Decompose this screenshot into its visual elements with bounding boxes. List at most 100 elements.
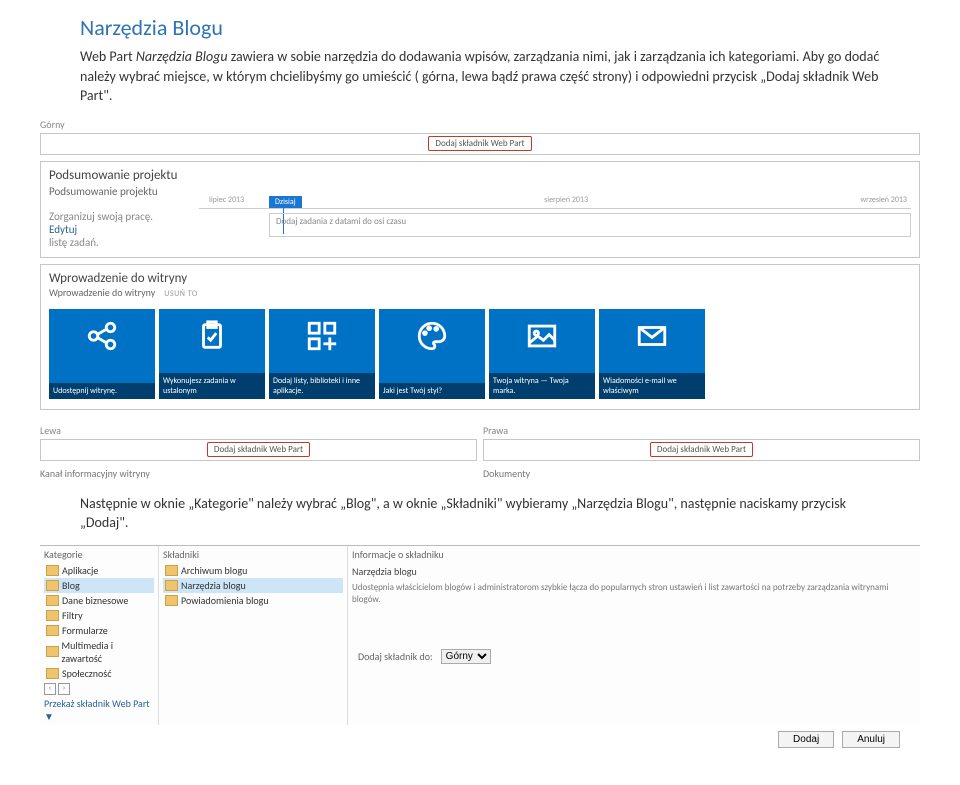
webpart-site-intro: Wprowadzenie do witryny Wprowadzenie do … [40,264,920,410]
webpart-title: Wprowadzenie do witryny [49,271,911,286]
category-label: Filtry [62,609,83,622]
zone-right-bar[interactable]: Dodaj składnik Web Part [483,439,920,461]
webpart-title: Podsumowanie projektu [49,168,911,183]
timeline-body[interactable]: lipiec 2013 sierpień 2013 wrzesień 2013 … [199,208,911,251]
folder-icon [46,625,59,636]
timeline: Zorganizuj swoją pracę. Edytuj listę zad… [49,208,911,251]
zone-label-left: Lewa [40,424,477,437]
zone-label-right: Prawa [483,424,920,437]
folder-icon [46,595,59,606]
scroll-left-icon[interactable]: ‹ [44,683,56,695]
info-header: Informacje o składniku [352,548,916,561]
today-badge: Dzisiaj [269,196,302,208]
folder-icon [46,565,59,576]
categories-header: Kategorie [44,548,154,561]
category-item[interactable]: Aplikacje [44,563,154,578]
add-webpart-button-right[interactable]: Dodaj składnik Web Part [650,442,753,457]
tile-caption: Twoja witryna — Twoja marka. [489,373,595,399]
categories-column: Kategorie Aplikacje Blog Dane biznesowe … [40,546,159,725]
text-italic: Narzędzia Blogu [136,48,228,65]
tile-caption: Wiadomości e-mail we właściwym [599,373,705,399]
tile-tasks[interactable]: Wykonujesz zadania w ustalonym [159,309,265,399]
category-item[interactable]: Społeczność [44,666,154,681]
zone-left-right-row: Lewa Dodaj składnik Web Part Kanał infor… [40,424,920,480]
component-item-selected[interactable]: Narzędzia blogu [163,578,343,593]
add-to-zone-row: Dodaj składnik do: Górny [352,645,916,668]
folder-icon [46,646,59,657]
category-label: Aplikacje [62,564,98,577]
zone-left-bar[interactable]: Dodaj składnik Web Part [40,439,477,461]
image-icon [495,315,589,357]
month-label: wrzesień 2013 [860,195,907,205]
folder-icon [46,580,59,591]
component-label: Powiadomienia blogu [181,594,269,607]
text: Zorganizuj swoją pracę. [49,210,199,223]
timeline-hint: Zorganizuj swoją pracę. Edytuj listę zad… [49,210,199,249]
scroll-right-icon[interactable]: › [58,683,70,695]
info-title: Narzędzia blogu [352,565,916,578]
folder-icon [165,595,178,606]
mail-icon [605,315,699,357]
tile-style[interactable]: Jaki jest Twój styl? [379,309,485,399]
add-to-zone-select[interactable]: Górny [441,649,491,664]
zone-right-column: Prawa Dodaj składnik Web Part Dokumenty [483,424,920,480]
component-item[interactable]: Archiwum blogu [163,563,343,578]
tile-add-apps[interactable]: Dodaj listy, biblioteki i inne aplikacje… [269,309,375,399]
category-label: Dane biznesowe [62,594,128,607]
tile-caption: Udostępnij witrynę. [49,383,155,399]
share-icon [55,315,149,357]
screenshot-webpart-zones: Górny Dodaj składnik Web Part Podsumowan… [0,118,960,480]
tile-caption: Jaki jest Twój styl? [379,383,485,399]
category-item[interactable]: Multimedia i zawartość [44,638,154,666]
tile-brand[interactable]: Twoja witryna — Twoja marka. [489,309,595,399]
upload-webpart-link[interactable]: Przekaż składnik Web Part ▼ [44,697,154,723]
webpart-sitefeed-label: Kanał informacyjny witryny [40,467,477,480]
timeline-placeholder-task[interactable]: Dodaj zadania z datami do osi czasu [269,213,911,237]
webpart-project-summary: Podsumowanie projektu Podsumowanie proje… [40,161,920,258]
scrollbar-stub[interactable]: ‹ › [44,683,154,695]
category-label: Blog [62,579,80,592]
month-label: sierpień 2013 [544,195,588,205]
tile-email[interactable]: Wiadomości e-mail we właściwym [599,309,705,399]
timeline-months: lipiec 2013 sierpień 2013 wrzesień 2013 [199,195,911,205]
remove-this-link[interactable]: USUŃ TO [164,289,197,299]
webpart-subtitle: Wprowadzenie do witryny USUŃ TO [49,286,911,299]
folder-icon [46,668,59,679]
category-label: Społeczność [62,667,111,680]
panel-action-buttons: Dodaj Anuluj [0,725,960,758]
add-webpart-button-top[interactable]: Dodaj składnik Web Part [428,136,531,151]
category-item-selected[interactable]: Blog [44,578,154,593]
folder-icon [46,610,59,621]
cancel-button[interactable]: Anuluj [842,731,900,748]
section-paragraph-2: Następnie w oknie „Kategorie" należy wyb… [80,494,880,533]
section-title: Narzędzia Blogu [80,14,880,41]
add-webpart-button-left[interactable]: Dodaj składnik Web Part [207,442,310,457]
add-apps-icon [275,315,369,357]
info-column: Informacje o składniku Narzędzia blogu U… [348,546,920,725]
palette-icon [385,315,479,357]
component-label: Archiwum blogu [181,564,247,577]
text: listę zadań. [49,236,199,249]
section-paragraph-1: Web Part Narzędzia Blogu zawiera w sobie… [80,47,880,106]
zone-left-column: Lewa Dodaj składnik Web Part Kanał infor… [40,424,477,480]
category-item[interactable]: Filtry [44,608,154,623]
component-item[interactable]: Powiadomienia blogu [163,593,343,608]
tile-caption: Dodaj listy, biblioteki i inne aplikacje… [269,373,375,399]
clipboard-check-icon [165,315,259,357]
category-label: Multimedia i zawartość [62,639,152,665]
tile-share-site[interactable]: Udostępnij witrynę. [49,309,155,399]
components-header: Składniki [163,548,343,561]
zone-label-top: Górny [40,118,920,131]
text: Wprowadzenie do witryny [49,286,155,299]
info-description: Udostępnia właścicielom blogów i adminis… [352,582,916,605]
webpart-picker-panel: Kategorie Aplikacje Blog Dane biznesowe … [40,545,920,725]
zone-top-bar[interactable]: Dodaj składnik Web Part [40,133,920,155]
edit-tasklist-link[interactable]: Edytuj [49,223,77,236]
folder-icon [165,580,178,591]
add-to-label: Dodaj składnik do: [358,650,433,663]
folder-icon [165,565,178,576]
category-item[interactable]: Dane biznesowe [44,593,154,608]
text: Web Part [80,48,136,65]
add-button[interactable]: Dodaj [778,731,834,748]
category-item[interactable]: Formularze [44,623,154,638]
